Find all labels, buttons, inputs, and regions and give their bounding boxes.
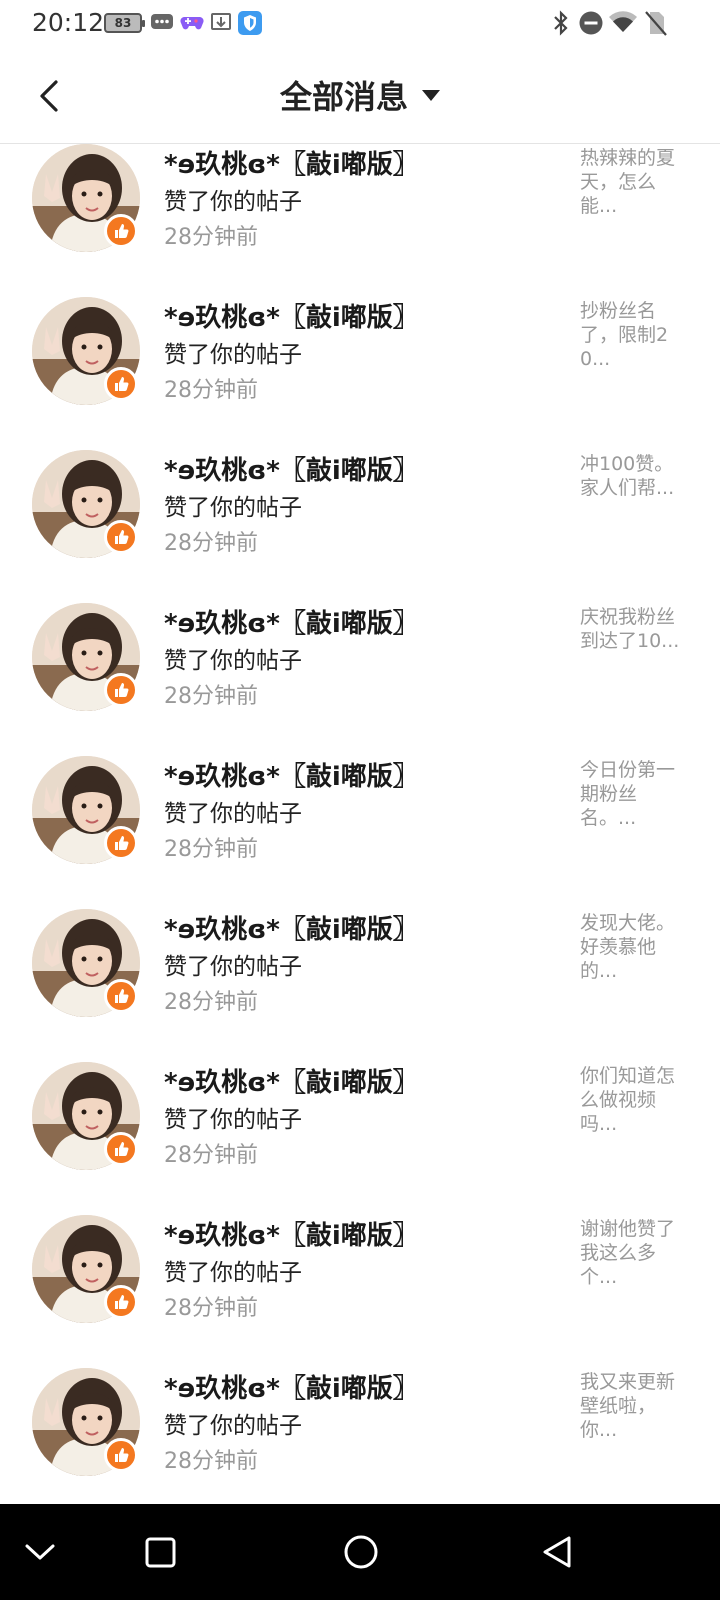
timestamp: 28分钟前 — [164, 990, 258, 1015]
action-text: 赞了你的帖子 — [164, 648, 302, 674]
caret-down-icon — [422, 89, 440, 101]
user-name[interactable]: *ɘ玖桃ɞ*〖敲i嘟版〗 — [164, 297, 419, 334]
no-sim-icon — [644, 10, 668, 40]
like-badge-icon — [104, 214, 138, 248]
like-badge-icon — [104, 1132, 138, 1166]
like-badge-icon — [104, 826, 138, 860]
collapse-icon[interactable] — [16, 1528, 64, 1576]
notification-item[interactable]: *ɘ玖桃ɞ*〖敲i嘟版〗赞了你的帖子 28分钟前 抄粉丝名了，限制20... — [0, 295, 720, 451]
user-name[interactable]: *ɘ玖桃ɞ*〖敲i嘟版〗 — [164, 909, 419, 946]
page-title: 全部消息 — [279, 78, 408, 116]
dnd-icon — [578, 10, 604, 40]
action-text: 赞了你的帖子 — [164, 495, 302, 521]
user-name[interactable]: *ɘ玖桃ɞ*〖敲i嘟版〗 — [164, 603, 419, 640]
user-name[interactable]: *ɘ玖桃ɞ*〖敲i嘟版〗 — [164, 450, 419, 487]
post-preview[interactable]: 热辣辣的夏天，怎么能... — [580, 146, 690, 218]
user-name[interactable]: *ɘ玖桃ɞ*〖敲i嘟版〗 — [164, 1368, 419, 1405]
notification-item[interactable]: *ɘ玖桃ɞ*〖敲i嘟版〗赞了你的帖子 28分钟前 谢谢他赞了我这么多个... — [0, 1213, 720, 1369]
status-bar: 20:12 83 — [0, 0, 720, 48]
notification-item[interactable]: *ɘ玖桃ɞ*〖敲i嘟版〗赞了你的帖子 28分钟前 发现大佬。好羡慕他的... — [0, 907, 720, 1063]
status-time: 20:12 — [32, 8, 105, 37]
timestamp: 28分钟前 — [164, 1296, 258, 1321]
timestamp: 28分钟前 — [164, 378, 258, 403]
timestamp: 28分钟前 — [164, 531, 258, 556]
notification-item[interactable]: *ɘ玖桃ɞ*〖敲i嘟版〗赞了你的帖子 28分钟前 你们知道怎么做视频吗... — [0, 1060, 720, 1216]
timestamp: 28分钟前 — [164, 225, 258, 250]
chat-bubble-icon — [150, 11, 174, 37]
post-preview[interactable]: 发现大佬。好羡慕他的... — [580, 911, 690, 983]
post-preview[interactable]: 庆祝我粉丝到达了10... — [580, 605, 690, 653]
post-preview[interactable]: 冲100赞。家人们帮... — [580, 452, 690, 500]
user-name[interactable]: *ɘ玖桃ɞ*〖敲i嘟版〗 — [164, 1215, 419, 1252]
like-badge-icon — [104, 520, 138, 554]
wifi-icon — [608, 10, 638, 40]
timestamp: 28分钟前 — [164, 1143, 258, 1168]
gamepad-icon — [180, 11, 204, 37]
battery-icon: 83 — [104, 13, 145, 33]
shield-app-icon — [238, 11, 262, 39]
action-text: 赞了你的帖子 — [164, 189, 302, 215]
post-preview[interactable]: 你们知道怎么做视频吗... — [580, 1064, 690, 1136]
like-badge-icon — [104, 1438, 138, 1472]
recents-icon[interactable] — [136, 1528, 184, 1576]
timestamp: 28分钟前 — [164, 1449, 258, 1474]
post-preview[interactable]: 抄粉丝名了，限制20... — [580, 299, 690, 371]
post-preview[interactable]: 我又来更新壁纸啦，你... — [580, 1370, 690, 1442]
user-name[interactable]: *ɘ玖桃ɞ*〖敲i嘟版〗 — [164, 144, 419, 181]
bluetooth-icon — [550, 10, 572, 40]
notification-item[interactable]: *ɘ玖桃ɞ*〖敲i嘟版〗赞了你的帖子 28分钟前 热辣辣的夏天，怎么能... — [0, 144, 720, 298]
header-bar: 全部消息 — [0, 48, 720, 144]
action-text: 赞了你的帖子 — [164, 954, 302, 980]
home-icon[interactable] — [337, 1528, 385, 1576]
cast-icon — [210, 11, 232, 37]
like-badge-icon — [104, 1285, 138, 1319]
like-badge-icon — [104, 673, 138, 707]
like-badge-icon — [104, 367, 138, 401]
like-badge-icon — [104, 979, 138, 1013]
timestamp: 28分钟前 — [164, 684, 258, 709]
post-preview[interactable]: 谢谢他赞了我这么多个... — [580, 1217, 690, 1289]
action-text: 赞了你的帖子 — [164, 1107, 302, 1133]
notification-item[interactable]: *ɘ玖桃ɞ*〖敲i嘟版〗赞了你的帖子 28分钟前 我又来更新壁纸啦，你... — [0, 1366, 720, 1504]
notification-item[interactable]: *ɘ玖桃ɞ*〖敲i嘟版〗赞了你的帖子 28分钟前 冲100赞。家人们帮... — [0, 448, 720, 604]
user-name[interactable]: *ɘ玖桃ɞ*〖敲i嘟版〗 — [164, 756, 419, 793]
back-icon[interactable] — [534, 1528, 582, 1576]
timestamp: 28分钟前 — [164, 837, 258, 862]
notification-item[interactable]: *ɘ玖桃ɞ*〖敲i嘟版〗赞了你的帖子 28分钟前 今日份第一期粉丝名。... — [0, 754, 720, 910]
action-text: 赞了你的帖子 — [164, 801, 302, 827]
notification-item[interactable]: *ɘ玖桃ɞ*〖敲i嘟版〗赞了你的帖子 28分钟前 庆祝我粉丝到达了10... — [0, 601, 720, 757]
notification-list[interactable]: *ɘ玖桃ɞ*〖敲i嘟版〗 赞了你的帖子 28分钟前 热辣辣的夏天，怎么能... *ɘ玖桃… — [0, 144, 720, 1504]
post-preview[interactable]: 今日份第一期粉丝名。... — [580, 758, 690, 830]
action-text: 赞了你的帖子 — [164, 1413, 302, 1439]
message-filter-dropdown[interactable]: 全部消息 — [0, 72, 720, 118]
user-name[interactable]: *ɘ玖桃ɞ*〖敲i嘟版〗 — [164, 1062, 419, 1099]
action-text: 赞了你的帖子 — [164, 1260, 302, 1286]
system-navigation-bar — [0, 1504, 720, 1600]
action-text: 赞了你的帖子 — [164, 342, 302, 368]
